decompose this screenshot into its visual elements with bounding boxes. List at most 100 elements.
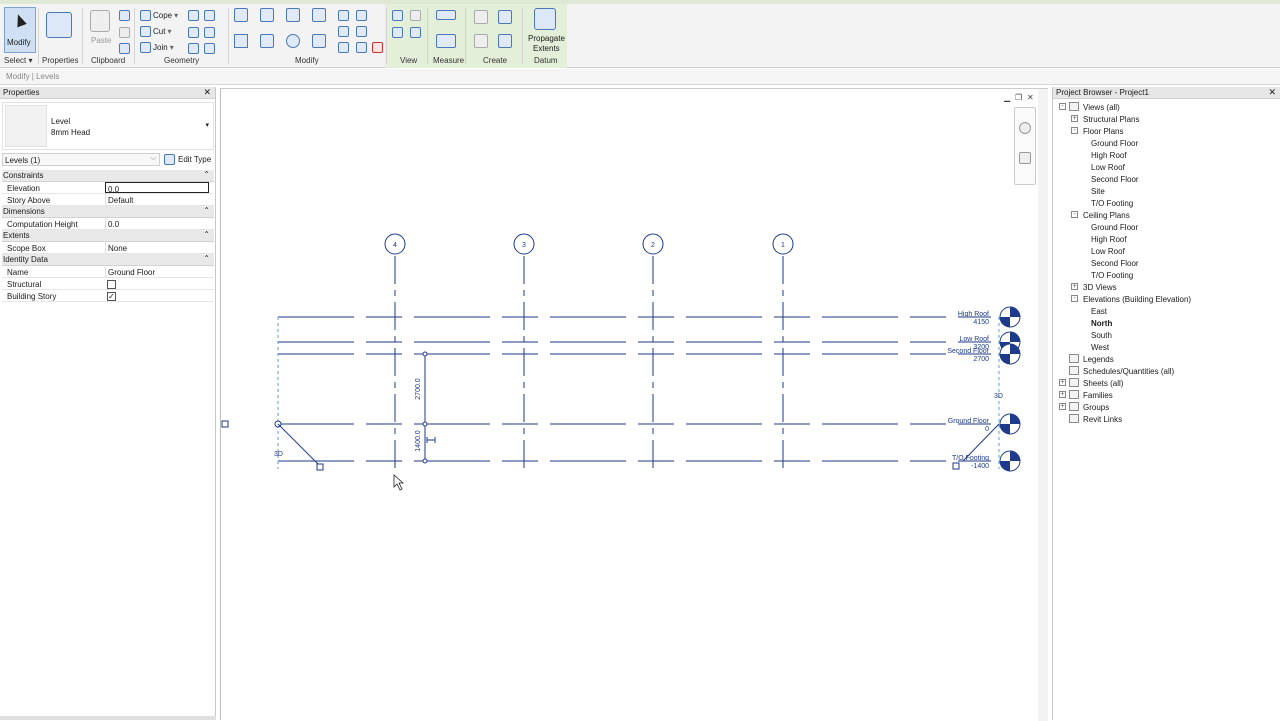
select-panel-label[interactable]: Select ▾ <box>4 56 32 65</box>
property-value[interactable]: Default <box>105 194 209 205</box>
create-similar-icon[interactable] <box>498 34 512 48</box>
browser-node[interactable]: Legends <box>1053 353 1280 365</box>
unpin-icon[interactable] <box>356 42 367 53</box>
expand-icon[interactable]: + <box>1059 391 1066 398</box>
close-icon[interactable]: ✕ <box>203 87 211 98</box>
property-group-header[interactable]: Extents ⌃ <box>2 230 214 242</box>
vertical-scrollbar[interactable] <box>1038 89 1048 721</box>
split-icon[interactable] <box>338 10 349 21</box>
browser-node[interactable]: High Roof <box>1053 149 1280 161</box>
collapse-icon[interactable]: ⌃ <box>203 206 210 215</box>
elevation-drawing[interactable]: High Roof4150Low Roof3200Second Floor270… <box>221 89 1049 721</box>
browser-node[interactable]: Second Floor <box>1053 173 1280 185</box>
hide-bulb-icon[interactable] <box>392 10 403 21</box>
property-group-header[interactable]: Identity Data ⌃ <box>2 254 214 266</box>
mirror-draw-icon[interactable] <box>312 8 326 22</box>
browser-node[interactable]: T/O Footing <box>1053 269 1280 281</box>
steering-wheel-icon[interactable] <box>1019 122 1031 134</box>
browser-node[interactable]: Low Roof <box>1053 245 1280 257</box>
collapse-icon[interactable]: - <box>1071 295 1078 302</box>
browser-node[interactable]: Low Roof <box>1053 161 1280 173</box>
browser-node[interactable]: T/O Footing <box>1053 197 1280 209</box>
browser-node[interactable]: Site <box>1053 185 1280 197</box>
browser-node[interactable]: Ground Floor <box>1053 137 1280 149</box>
browser-node[interactable]: - Ceiling Plans <box>1053 209 1280 221</box>
close-icon[interactable]: ✕ <box>1268 87 1276 98</box>
offset-icon[interactable] <box>260 8 274 22</box>
browser-node[interactable]: South <box>1053 329 1280 341</box>
expand-icon[interactable]: + <box>1059 403 1066 410</box>
scale-icon[interactable] <box>356 26 367 37</box>
instance-filter-dropdown[interactable]: Levels (1) ⌵ <box>2 153 160 166</box>
browser-node[interactable]: North <box>1053 317 1280 329</box>
browser-node[interactable]: Revit Links <box>1053 413 1280 425</box>
browser-node[interactable]: - Floor Plans <box>1053 125 1280 137</box>
properties-button[interactable] <box>46 8 72 52</box>
property-group-header[interactable]: Dimensions ⌃ <box>2 206 214 218</box>
split-gap-icon[interactable] <box>356 10 367 21</box>
collapse-icon[interactable]: ⌃ <box>203 170 210 179</box>
property-value[interactable]: 0.0 <box>105 182 209 194</box>
browser-node[interactable]: West <box>1053 341 1280 353</box>
collapse-icon[interactable]: - <box>1071 127 1078 134</box>
collapse-icon[interactable]: ⌃ <box>203 254 210 263</box>
modify-button[interactable]: Modify <box>4 7 36 53</box>
expand-icon[interactable]: + <box>1071 115 1078 122</box>
building-story-checkbox[interactable]: ✓ <box>107 292 116 301</box>
minimize-icon[interactable]: ▁ <box>1004 93 1010 102</box>
expand-icon[interactable]: + <box>1059 379 1066 386</box>
browser-node[interactable]: + Families <box>1053 389 1280 401</box>
browser-node[interactable]: East <box>1053 305 1280 317</box>
property-value[interactable]: None <box>105 242 209 253</box>
beam-join-icon[interactable] <box>188 43 199 54</box>
match-type-icon[interactable] <box>119 43 130 54</box>
array-icon[interactable] <box>338 26 349 37</box>
browser-node[interactable]: Second Floor <box>1053 257 1280 269</box>
property-group-header[interactable]: Constraints ⌃ <box>2 170 214 182</box>
navigation-bar[interactable] <box>1014 107 1036 185</box>
collapse-icon[interactable]: - <box>1059 103 1066 110</box>
demolish-icon[interactable] <box>188 27 199 38</box>
mirror-pick-icon[interactable] <box>286 8 300 22</box>
split-face-icon[interactable] <box>204 10 215 21</box>
create-assembly-icon[interactable] <box>474 10 488 24</box>
edit-type-button[interactable]: Edit Type <box>164 153 211 166</box>
linework-icon[interactable] <box>392 27 403 38</box>
expand-icon[interactable]: + <box>1071 283 1078 290</box>
copy-modify-icon[interactable] <box>260 34 274 48</box>
browser-node[interactable]: Ground Floor <box>1053 221 1280 233</box>
browser-node[interactable]: Schedules/Quantities (all) <box>1053 365 1280 377</box>
property-value[interactable]: Ground Floor <box>105 266 209 277</box>
browser-node[interactable]: + Sheets (all) <box>1053 377 1280 389</box>
zoom-icon[interactable] <box>1019 152 1031 164</box>
trim-extend-icon[interactable] <box>312 34 326 48</box>
aligned-dimension-icon[interactable] <box>436 34 456 48</box>
paste-button[interactable]: Paste <box>90 10 111 45</box>
align-icon[interactable] <box>234 8 248 22</box>
measure-icon[interactable] <box>436 10 456 20</box>
copy-icon[interactable] <box>119 27 130 38</box>
hammer-icon[interactable] <box>204 43 215 54</box>
drawing-canvas[interactable]: High Roof 4150 Low Roof 3200 Second Floor 270… <box>220 88 1049 721</box>
join-button[interactable]: Join ▾ <box>140 42 174 53</box>
rotate-icon[interactable] <box>286 34 300 48</box>
close-view-icon[interactable]: ✕ <box>1027 93 1034 102</box>
browser-node[interactable]: - Elevations (Building Elevation) <box>1053 293 1280 305</box>
property-value[interactable]: 0.0 <box>105 218 209 229</box>
cope-button[interactable]: Cope ▾ <box>140 10 178 21</box>
structural-checkbox[interactable] <box>107 280 116 289</box>
delete-icon[interactable] <box>372 42 383 53</box>
create-parts-icon[interactable] <box>498 10 512 24</box>
wall-joins-icon[interactable] <box>188 10 199 21</box>
pin-icon[interactable] <box>338 42 349 53</box>
propagate-extents-button[interactable]: Propagate Extents <box>528 8 566 56</box>
cut-clip-icon[interactable] <box>119 10 130 21</box>
cut-button[interactable]: Cut ▾ <box>140 26 171 37</box>
browser-node[interactable]: + Groups <box>1053 401 1280 413</box>
create-group-icon[interactable] <box>474 34 488 48</box>
move-icon[interactable] <box>234 34 248 48</box>
graphics-icon[interactable] <box>410 27 421 38</box>
collapse-icon[interactable]: ⌃ <box>203 230 210 239</box>
browser-node[interactable]: High Roof <box>1053 233 1280 245</box>
override-icon[interactable] <box>410 10 421 21</box>
